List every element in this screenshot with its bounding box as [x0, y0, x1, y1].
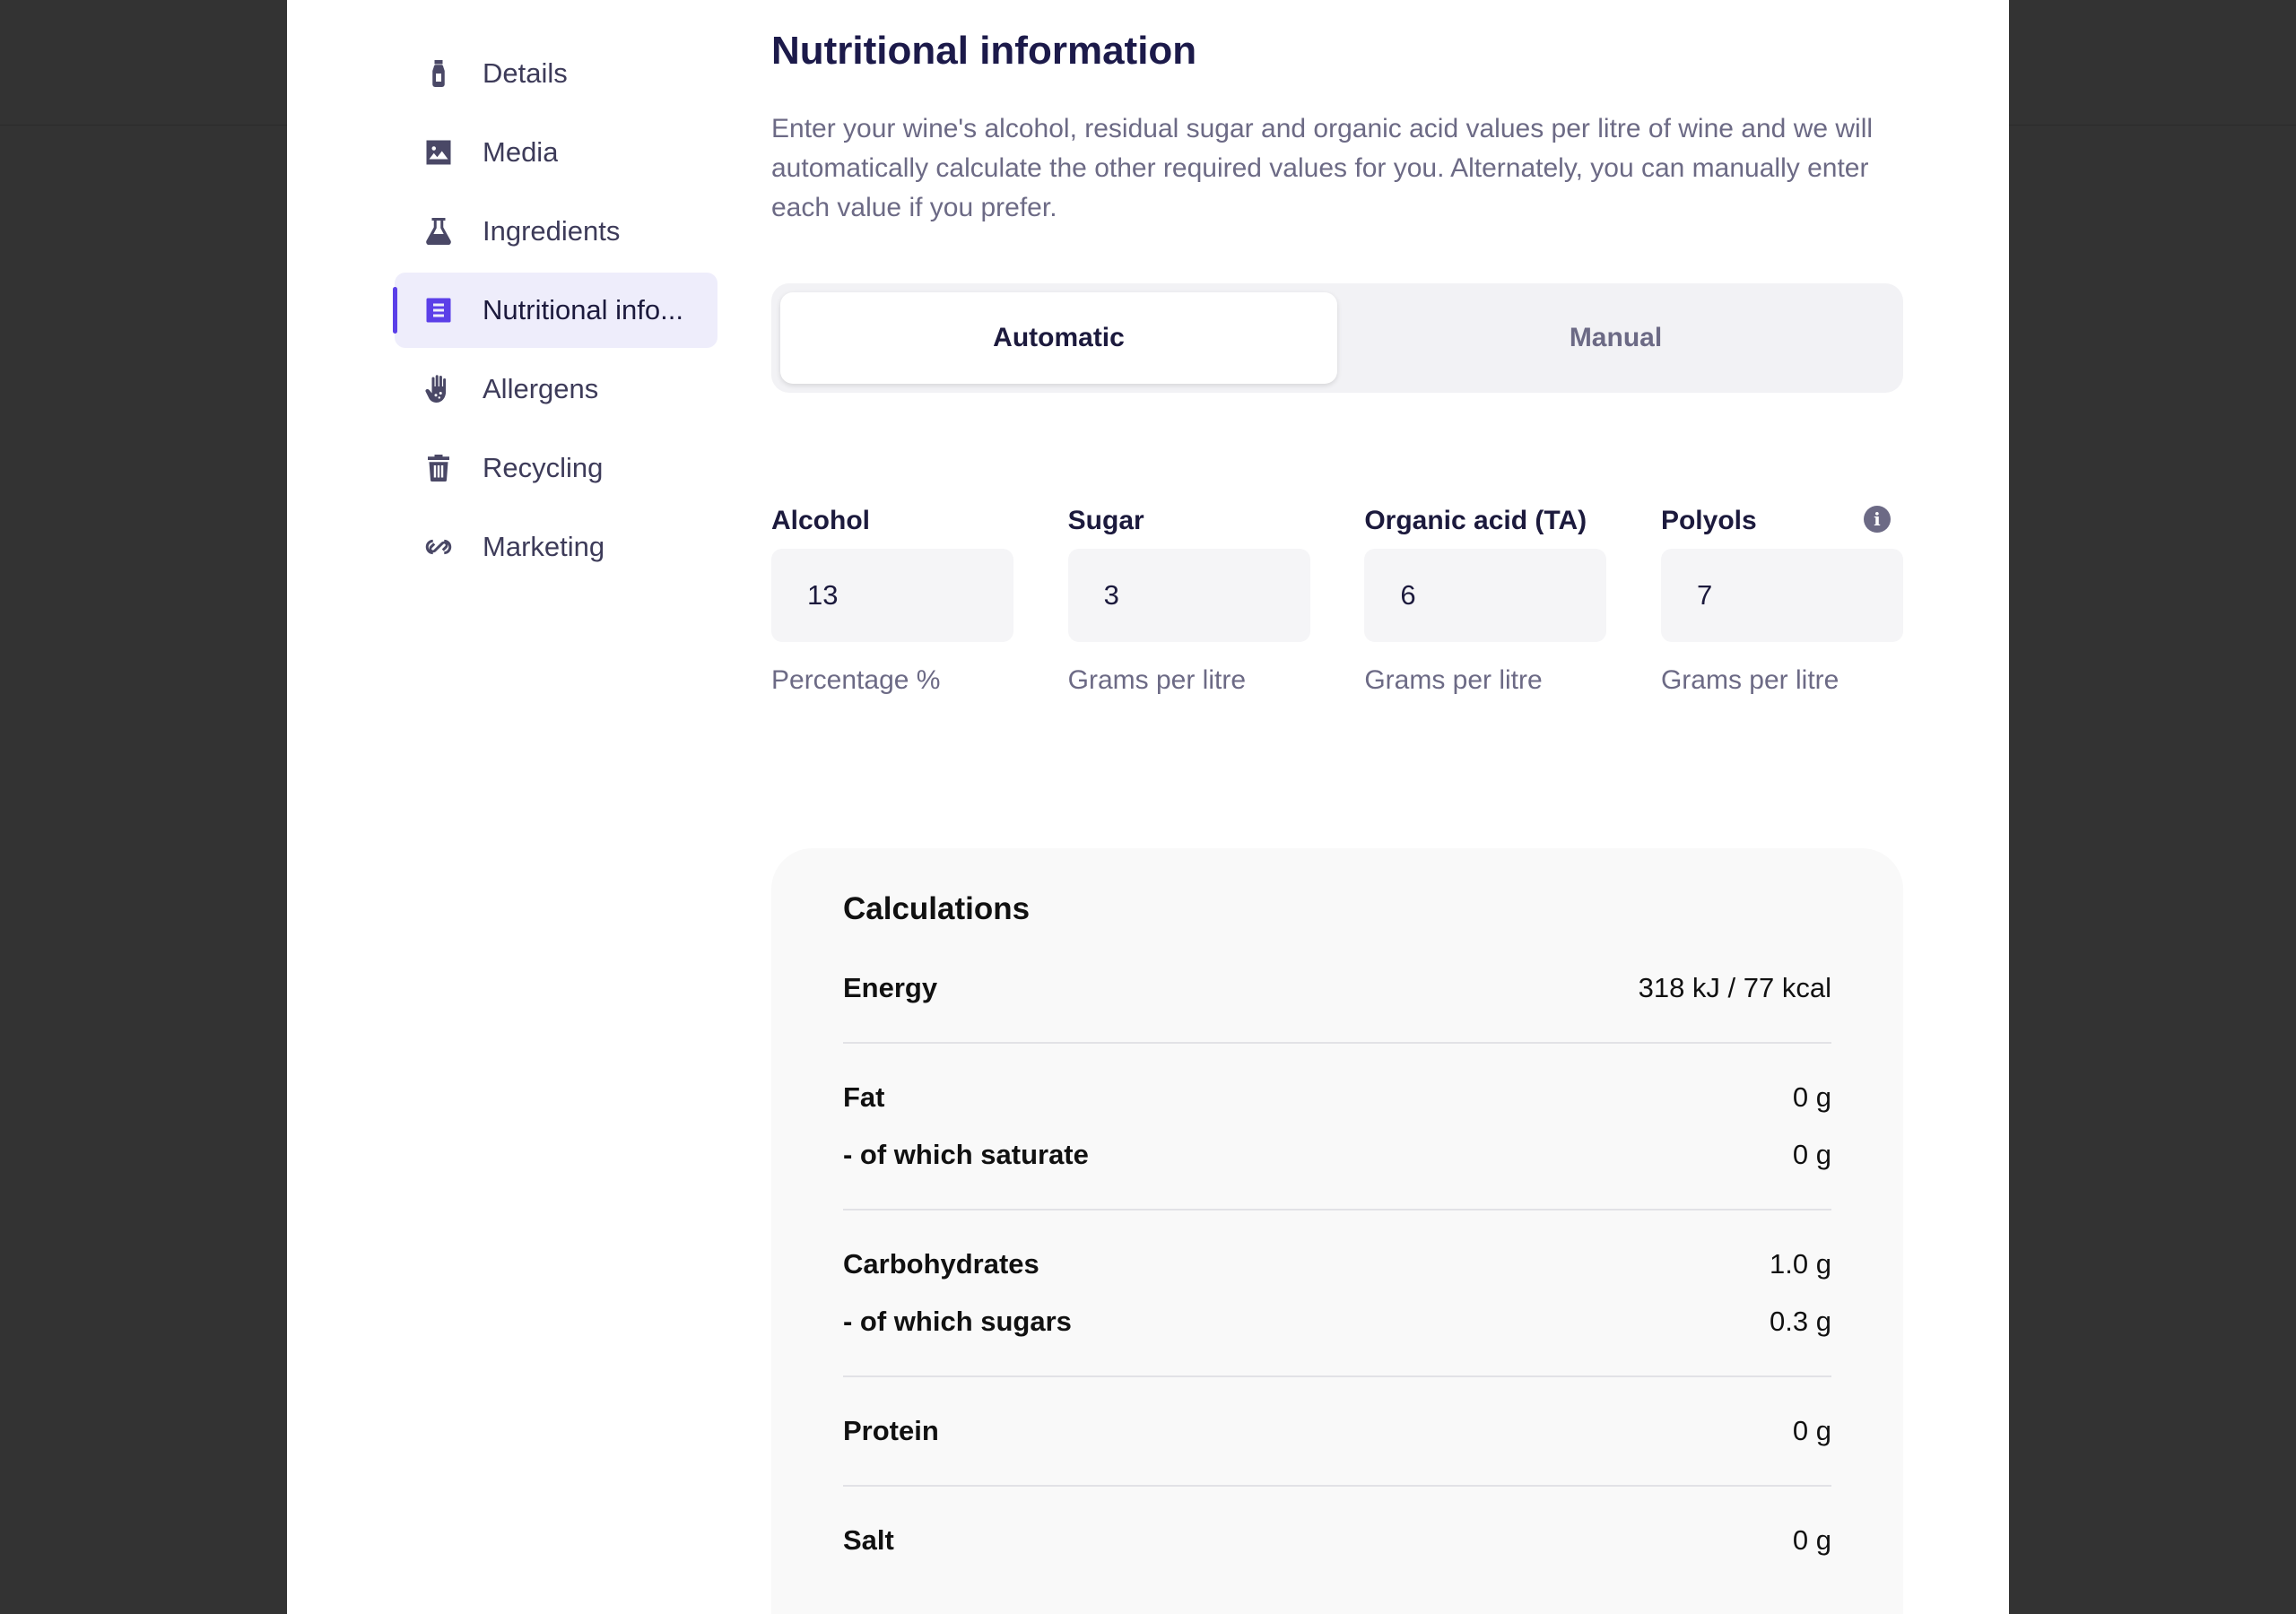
field-organic-acid: Organic acid (TA) Grams per litre	[1364, 502, 1607, 696]
sidebar: Details Media Ingredients Nutritional in…	[393, 36, 718, 588]
calc-name: - of which saturate	[843, 1139, 1089, 1170]
calc-name: Energy	[843, 972, 938, 1003]
mode-switch: Automatic Manual	[771, 283, 1903, 393]
info-icon[interactable]: i	[1863, 506, 1891, 533]
calc-row: Carbohydrates 1.0 g	[843, 1239, 1831, 1289]
tab-manual[interactable]: Manual	[1337, 292, 1894, 384]
trash-icon	[422, 451, 456, 485]
calc-group-energy: Energy 318 kJ / 77 kcal	[843, 934, 1831, 1044]
sidebar-item-label: Details	[483, 57, 568, 89]
field-unit: Percentage %	[771, 665, 941, 695]
field-label: Sugar	[1067, 506, 1144, 535]
list-icon	[422, 293, 456, 327]
sidebar-item-details[interactable]: Details	[395, 36, 718, 111]
sidebar-item-label: Ingredients	[483, 215, 621, 247]
field-alcohol: Alcohol Percentage %	[771, 502, 1013, 696]
sidebar-item-recycling[interactable]: Recycling	[395, 430, 718, 506]
calc-name: Salt	[843, 1524, 894, 1556]
tab-automatic[interactable]: Automatic	[780, 292, 1337, 384]
calc-value: 318 kJ / 77 kcal	[1638, 972, 1831, 1003]
alcohol-input[interactable]	[771, 549, 1013, 642]
link-icon	[422, 530, 456, 564]
field-polyols: Polyols i Grams per litre	[1660, 502, 1903, 696]
calc-row: Salt 0 g	[843, 1515, 1831, 1566]
field-unit: Grams per litre	[1067, 665, 1247, 695]
field-unit: Grams per litre	[1660, 665, 1839, 695]
calc-group-salt: Salt 0 g	[843, 1487, 1831, 1594]
sidebar-item-media[interactable]: Media	[395, 115, 718, 190]
calc-value: 0 g	[1792, 1415, 1831, 1446]
image-icon	[422, 135, 456, 169]
sidebar-item-label: Recycling	[483, 452, 604, 483]
calc-value: 0 g	[1792, 1139, 1831, 1170]
calc-value: 0 g	[1792, 1524, 1831, 1556]
sidebar-item-ingredients[interactable]: Ingredients	[395, 194, 718, 269]
sidebar-item-nutritional-info[interactable]: Nutritional info...	[393, 273, 718, 348]
field-unit: Grams per litre	[1364, 665, 1543, 695]
calc-name: Carbohydrates	[843, 1248, 1039, 1280]
intro-text: Enter your wine's alcohol, residual suga…	[771, 114, 1874, 222]
input-fields: Alcohol Percentage % Sugar Grams per lit…	[771, 502, 1903, 696]
sidebar-item-label: Marketing	[483, 531, 605, 562]
sidebar-item-label: Allergens	[483, 373, 599, 404]
flask-icon	[422, 214, 456, 248]
calc-row: Energy 318 kJ / 77 kcal	[843, 963, 1831, 1013]
calc-value: 0.3 g	[1770, 1306, 1831, 1337]
sidebar-item-label: Nutritional info...	[483, 294, 683, 325]
calculations-card: Calculations Energy 318 kJ / 77 kcal Fat…	[771, 848, 1903, 1614]
field-label: Organic acid (TA)	[1364, 506, 1587, 535]
calculations-title: Calculations	[843, 891, 1031, 926]
sidebar-item-allergens[interactable]: Allergens	[395, 351, 718, 427]
field-label: Alcohol	[771, 506, 870, 535]
page-title: Nutritional information	[771, 29, 1197, 73]
calc-value: 0 g	[1792, 1081, 1831, 1113]
calc-row: Protein 0 g	[843, 1406, 1831, 1456]
calc-name: Fat	[843, 1081, 885, 1113]
sidebar-item-marketing[interactable]: Marketing	[395, 509, 718, 585]
calc-group-carbohydrates: Carbohydrates 1.0 g - of which sugars 0.…	[843, 1210, 1831, 1377]
sidebar-item-label: Media	[483, 136, 559, 168]
bottle-icon	[422, 56, 456, 91]
sugar-input[interactable]	[1067, 549, 1310, 642]
organic-acid-input[interactable]	[1364, 549, 1607, 642]
editor-panel: Details Media Ingredients Nutritional in…	[287, 0, 2009, 1614]
calc-value: 1.0 g	[1770, 1248, 1831, 1280]
field-sugar: Sugar Grams per litre	[1067, 502, 1310, 696]
hand-icon	[422, 372, 456, 406]
calc-group-fat: Fat 0 g - of which saturate 0 g	[843, 1044, 1831, 1210]
calc-name: - of which sugars	[843, 1306, 1072, 1337]
calc-row: Fat 0 g	[843, 1072, 1831, 1123]
calc-name: Protein	[843, 1415, 939, 1446]
polyols-input[interactable]	[1660, 549, 1903, 642]
calc-group-protein: Protein 0 g	[843, 1377, 1831, 1487]
calc-row: - of which sugars 0.3 g	[843, 1297, 1831, 1347]
calc-row: - of which saturate 0 g	[843, 1130, 1831, 1180]
